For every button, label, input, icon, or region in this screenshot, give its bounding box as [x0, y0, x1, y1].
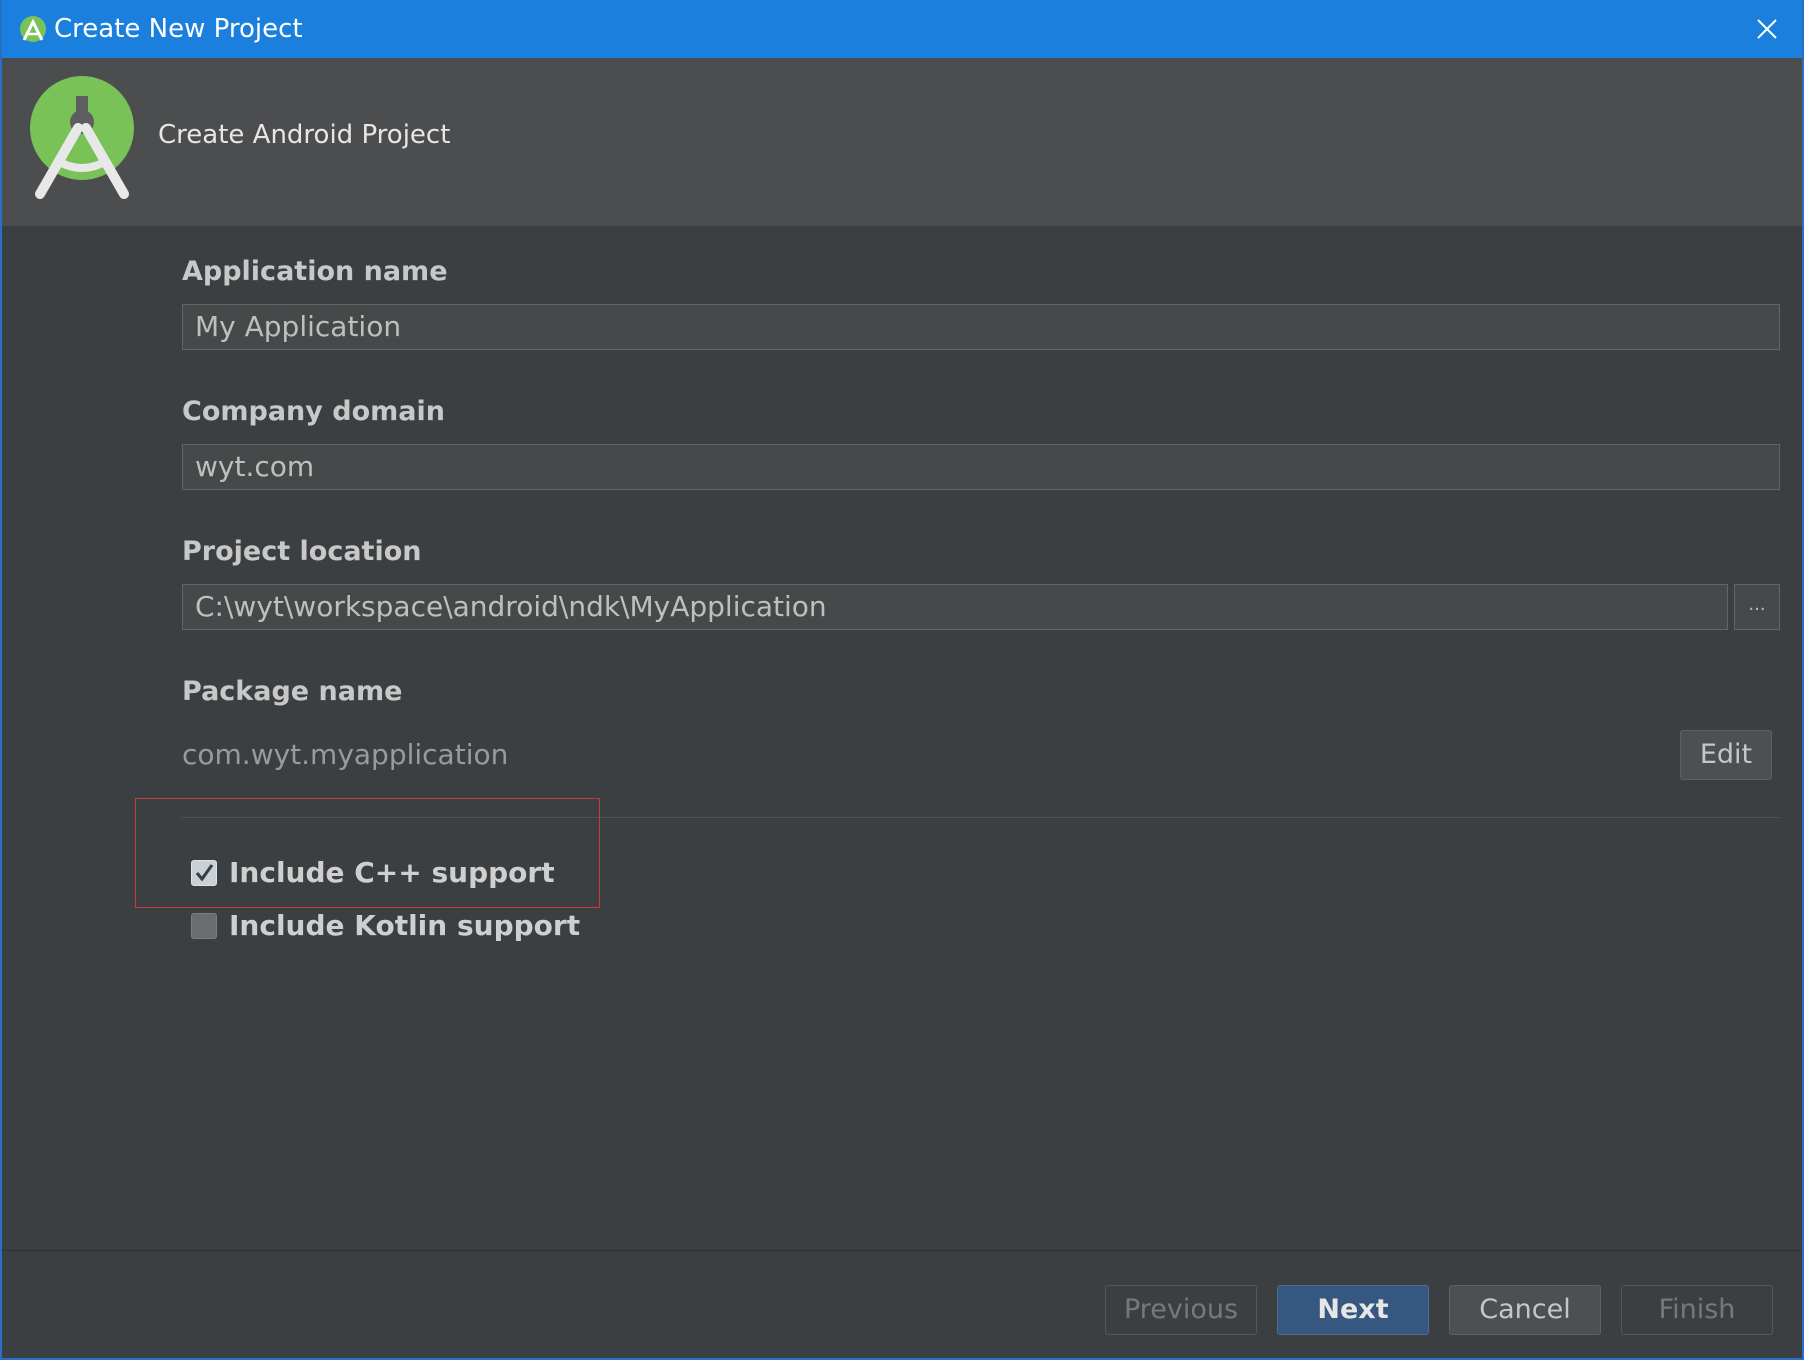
finish-button[interactable]: Finish — [1621, 1285, 1773, 1335]
footer-divider — [2, 1250, 1802, 1251]
highlight-box — [135, 798, 600, 908]
include-kotlin-label: Include Kotlin support — [229, 909, 581, 942]
page-heading: Create Android Project — [158, 120, 451, 150]
checkbox-unchecked[interactable] — [191, 912, 217, 939]
android-studio-icon — [20, 16, 46, 42]
title-bar: Create New Project — [2, 0, 1802, 58]
app-name-label: Application name — [182, 256, 448, 287]
checkbox-checked[interactable] — [191, 859, 217, 886]
check-icon — [195, 863, 214, 881]
previous-button[interactable]: Previous — [1105, 1285, 1257, 1335]
android-studio-logo-icon — [30, 76, 134, 199]
include-cpp-label: Include C++ support — [229, 856, 555, 889]
browse-button[interactable]: ... — [1734, 584, 1780, 630]
package-name-value: com.wyt.myapplication — [182, 738, 509, 771]
app-name-field[interactable]: My Application — [182, 304, 1780, 350]
close-button[interactable] — [1750, 12, 1784, 46]
close-icon — [1757, 19, 1777, 39]
edit-package-button[interactable]: Edit — [1680, 730, 1772, 780]
company-domain-field[interactable]: wyt.com — [182, 444, 1780, 490]
next-button[interactable]: Next — [1277, 1285, 1429, 1335]
project-location-label: Project location — [182, 536, 422, 567]
cancel-button[interactable]: Cancel — [1449, 1285, 1601, 1335]
dialog-window: Create New Project Create Android Projec… — [0, 0, 1804, 1360]
company-domain-label: Company domain — [182, 396, 445, 427]
include-kotlin-checkbox[interactable]: Include Kotlin support — [191, 909, 580, 942]
include-cpp-checkbox[interactable]: Include C++ support — [191, 856, 555, 889]
project-location-field[interactable]: C:\wyt\workspace\android\ndk\MyApplicati… — [182, 584, 1728, 630]
package-name-label: Package name — [182, 676, 403, 707]
header-band: Create Android Project — [2, 58, 1802, 226]
window-title: Create New Project — [54, 14, 303, 44]
